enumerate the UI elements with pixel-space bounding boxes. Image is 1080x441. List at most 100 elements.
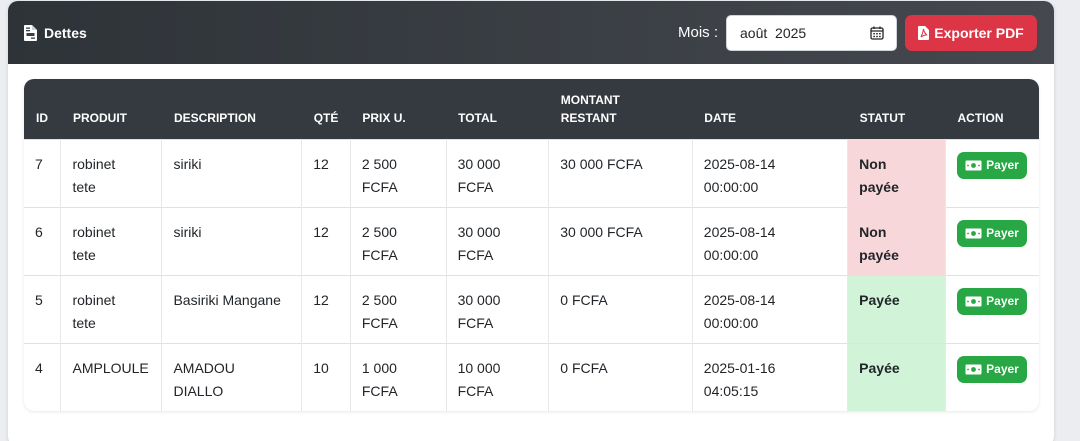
cell-total-text: 30 000 <box>457 155 501 172</box>
cell-statut: Non payée <box>847 138 946 207</box>
cell-id-text: 6 <box>35 223 43 240</box>
cell-prix: 1 000 FCFA <box>350 342 447 411</box>
table-row: 5 robinet tete Basiriki Mangane 12 2 500 FCFA 3… <box>24 274 1039 343</box>
file-pdf-icon <box>918 25 930 40</box>
cell-montant-restant: 0 FCFA <box>548 274 693 343</box>
col-header-action: ACTION <box>945 79 1039 139</box>
cell-date-text: 2025-08-14 <box>703 155 776 172</box>
cell-total: 30 000 FCFA <box>446 274 550 343</box>
mois-label: Mois : <box>677 24 718 41</box>
money-bill-icon <box>965 364 982 375</box>
cell-produit-text: tete <box>72 246 96 263</box>
cell-total: 30 000 FCFA <box>446 138 550 207</box>
col-header-montant: MONTANT <box>560 92 620 107</box>
cell-statut: Payée <box>847 342 946 411</box>
payer-label: Payer <box>986 293 1019 308</box>
cell-qte: 10 <box>301 342 351 411</box>
cell-date-text: 2025-08-14 <box>703 223 776 240</box>
cell-statut-text: Payée <box>859 359 900 376</box>
cell-total-text: FCFA <box>457 314 494 331</box>
cell-action: Payer <box>945 138 1039 207</box>
cell-prix: 2 500 FCFA <box>350 274 447 343</box>
cell-montant-restant: 0 FCFA <box>548 342 693 411</box>
table-row: 4 AMPLOULE AMADOU DIALLO 10 1 000 FCFA 10 000 FC… <box>24 342 1039 411</box>
cell-id-text: 7 <box>35 155 43 172</box>
cell-id: 4 <box>24 342 62 411</box>
payer-label: Payer <box>986 225 1019 240</box>
col-header-id: ID <box>24 79 61 139</box>
cell-prix: 2 500 FCFA <box>350 206 447 275</box>
calendar-icon[interactable] <box>870 26 884 40</box>
header-controls: Mois : août 2025 Exporter PDF <box>677 14 1037 51</box>
cell-statut-text: Payée <box>859 291 900 308</box>
col-header-produit: PRODUIT <box>60 79 162 139</box>
cell-qte: 12 <box>301 138 351 207</box>
cell-total-text: FCFA <box>457 246 494 263</box>
cell-description-text: siriki <box>173 155 202 172</box>
cell-id-text: 5 <box>35 291 43 308</box>
cell-prix-text: 2 500 <box>361 155 397 172</box>
cell-qte-text: 12 <box>313 223 329 240</box>
cell-produit-text: tete <box>72 178 96 195</box>
cell-statut-text: payée <box>859 246 899 263</box>
cell-qte-text: 10 <box>313 359 329 376</box>
debts-card: Dettes Mois : août 2025 Exporter PDF ID … <box>8 1 1054 441</box>
cell-produit: AMPLOULE <box>60 342 163 411</box>
cell-prix-text: FCFA <box>361 246 398 263</box>
cell-id: 5 <box>24 274 62 343</box>
table-row: 7 robinet tete siriki 12 2 500 FCFA 30 000 FCFA 3… <box>24 138 1039 207</box>
col-header-description: DESCRIPTION <box>161 79 302 139</box>
cell-qte: 12 <box>301 206 351 275</box>
cell-montant-restant-text: 30 000 FCFA <box>560 155 643 172</box>
cell-prix: 2 500 FCFA <box>350 138 447 207</box>
cell-statut: Non payée <box>847 206 946 275</box>
export-pdf-button[interactable]: Exporter PDF <box>905 14 1037 51</box>
payer-button[interactable]: Payer <box>957 287 1027 315</box>
table-header-row: ID PRODUIT DESCRIPTION QTÉ PRIX U. TOTAL… <box>24 79 1039 139</box>
col-header-date: DATE <box>692 79 848 139</box>
cell-description: siriki <box>161 206 303 275</box>
cell-id: 7 <box>24 138 62 207</box>
cell-action: Payer <box>945 206 1039 275</box>
cell-description-text: DIALLO <box>173 382 224 399</box>
payer-button[interactable]: Payer <box>957 219 1027 247</box>
cell-total-text: 30 000 <box>457 223 501 240</box>
cell-prix-text: FCFA <box>361 314 398 331</box>
payer-button[interactable]: Payer <box>957 151 1027 179</box>
cell-date-text: 00:00:00 <box>703 246 759 263</box>
cell-date-text: 2025-01-16 <box>703 359 776 376</box>
col-header-restant: RESTANT <box>560 110 617 125</box>
cell-statut-text: payée <box>859 178 899 195</box>
month-value: août 2025 <box>740 24 807 41</box>
money-bill-icon <box>965 228 982 239</box>
cell-statut: Payée <box>847 274 946 343</box>
cell-prix-text: FCFA <box>361 382 398 399</box>
cell-description: Basiriki Mangane <box>161 274 303 343</box>
cell-produit-text: tete <box>72 314 96 331</box>
payer-button[interactable]: Payer <box>957 355 1027 383</box>
cell-date-text: 00:00:00 <box>703 178 759 195</box>
cell-prix-text: 1 000 <box>361 359 397 376</box>
table-row: 6 robinet tete siriki 12 2 500 FCFA 30 000 FCFA 3… <box>24 206 1039 275</box>
cell-produit-text: robinet <box>72 223 116 240</box>
cell-montant-restant-text: 0 FCFA <box>560 359 608 376</box>
cell-date-text: 2025-08-14 <box>703 291 776 308</box>
cell-description-text: siriki <box>173 223 202 240</box>
debts-table-wrapper: ID PRODUIT DESCRIPTION QTÉ PRIX U. TOTAL… <box>24 79 1039 411</box>
title-text: Dettes <box>44 24 87 41</box>
cell-description: siriki <box>161 138 303 207</box>
cell-produit: robinet tete <box>60 274 163 343</box>
col-header-prix: PRIX U. <box>350 79 447 139</box>
cell-produit-text: robinet <box>72 155 116 172</box>
cell-montant-restant-text: 30 000 FCFA <box>560 223 643 240</box>
cell-total-text: 30 000 <box>457 291 501 308</box>
file-invoice-icon <box>24 24 37 41</box>
cell-date: 2025-08-14 00:00:00 <box>692 274 849 343</box>
payer-label: Payer <box>986 361 1019 376</box>
card-header: Dettes Mois : août 2025 Exporter PDF <box>8 1 1054 64</box>
cell-statut-text: Non <box>859 223 887 240</box>
month-input[interactable]: août 2025 <box>726 14 897 51</box>
cell-montant-restant: 30 000 FCFA <box>548 206 693 275</box>
col-header-statut: STATUT <box>847 79 946 139</box>
cell-total: 30 000 FCFA <box>446 206 550 275</box>
